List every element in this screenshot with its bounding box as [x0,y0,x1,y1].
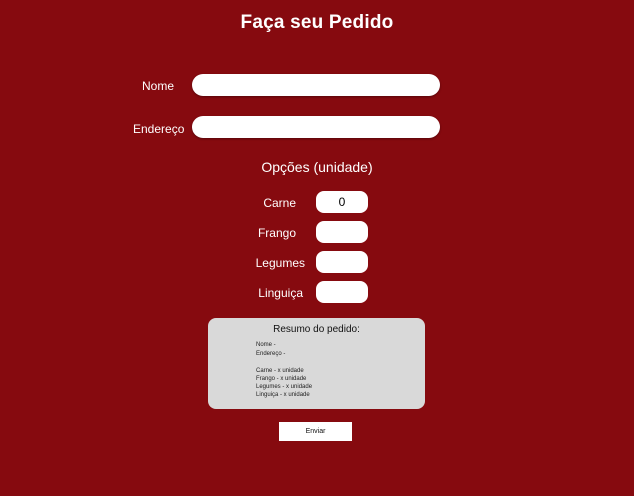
option-label-legumes: Legumes [255,256,305,270]
option-input-frango[interactable] [316,221,368,243]
order-page: Faça seu Pedido Nome Endereço Opções (un… [0,0,634,496]
summary-line-frango: Frango - x unidade [256,376,307,382]
summary-name-line: Nome - [256,342,276,348]
send-button[interactable]: Enviar [279,422,352,441]
address-label: Endereço [133,122,185,136]
summary-line-linguica: Linguiça - x unidade [256,392,310,398]
name-label: Nome [142,79,175,93]
option-input-linguica[interactable] [316,281,368,303]
option-input-legumes[interactable] [316,251,368,273]
options-title: Opções (unidade) [261,159,373,175]
option-label-carne: Carne [263,196,296,210]
summary-line-legumes: Legumes - x unidade [256,384,313,390]
address-input[interactable] [192,116,440,138]
option-label-frango: Frango [257,226,296,240]
option-label-linguica: Linguiça [258,286,303,300]
name-input[interactable] [192,74,440,96]
order-summary-box: Resumo do pedido: Nome - Endereço - Carn… [208,318,425,409]
option-input-carne[interactable] [316,191,368,213]
summary-line-carne: Carne - x unidade [256,368,304,374]
summary-address-line: Endereço - [256,351,286,357]
page-title: Faça seu Pedido [240,12,394,33]
summary-title: Resumo do pedido: [273,324,360,335]
